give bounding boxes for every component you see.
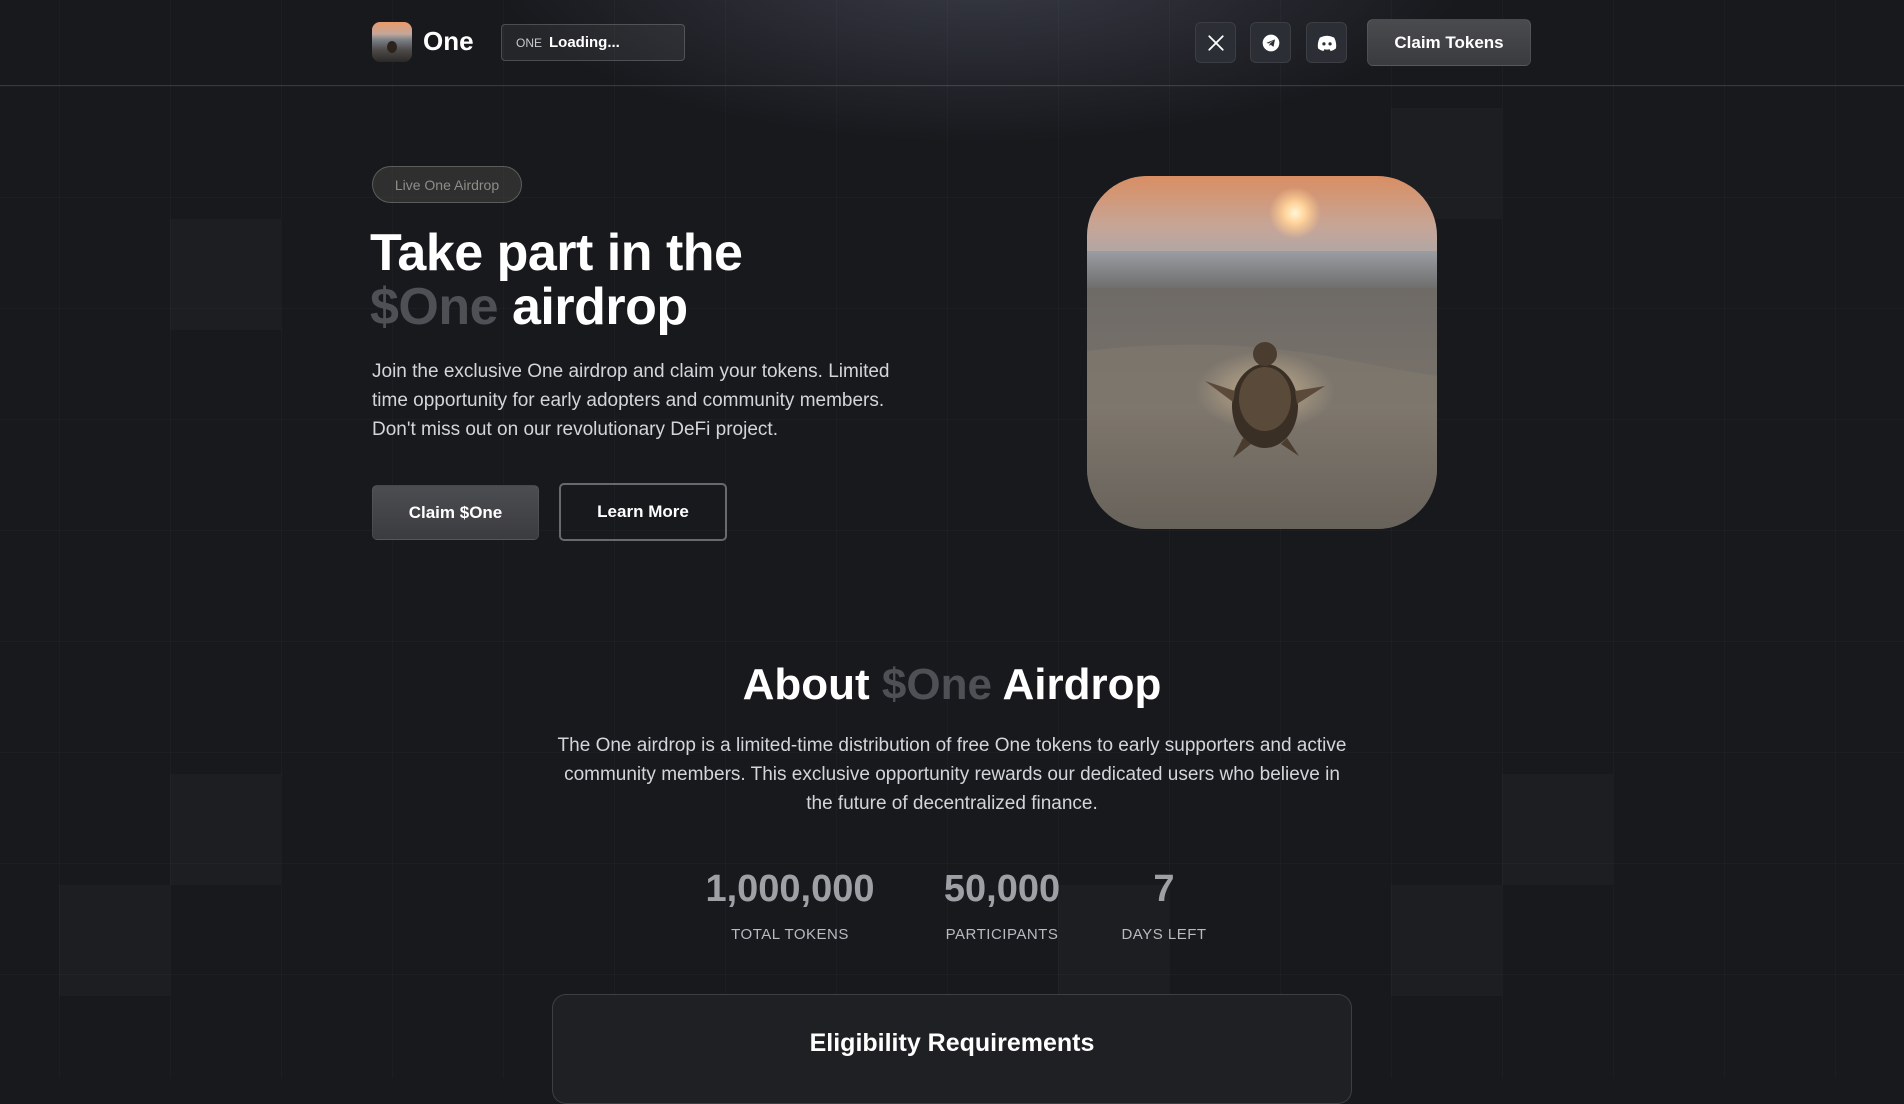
stat-participants-label: PARTICIPANTS — [945, 926, 1059, 943]
about-description: The One airdrop is a limited-time distri… — [557, 735, 1347, 814]
brand-logo[interactable] — [372, 22, 412, 62]
turtle-photo-illustration — [1087, 176, 1437, 529]
stat-total-tokens-label: TOTAL TOKENS — [731, 926, 849, 943]
grid-tile — [1502, 774, 1613, 885]
page-background — [0, 0, 1904, 1078]
discord-social-button[interactable] — [1306, 22, 1347, 63]
claim-tokens-button[interactable]: Claim Tokens — [1367, 19, 1531, 66]
hero-title-rest: airdrop — [512, 278, 688, 336]
hero-title: Take part in the $One airdrop — [370, 224, 743, 336]
token-price-value: Loading... — [549, 34, 620, 51]
grid-pattern — [0, 0, 1904, 1078]
about-title-pre: About — [742, 660, 870, 709]
about-title-post: Airdrop — [1002, 660, 1162, 709]
grid-tile — [170, 774, 281, 885]
stat-days-left-value: 7 — [1153, 868, 1175, 910]
eligibility-title: Eligibility Requirements — [809, 1029, 1095, 1057]
hero-turtle-image — [1087, 176, 1437, 529]
stat-total-tokens-value: 1,000,000 — [705, 868, 875, 910]
grid-tile — [170, 219, 281, 330]
telegram-social-button[interactable] — [1250, 22, 1291, 63]
brand-name[interactable]: One — [423, 26, 474, 57]
grid-tile — [1391, 885, 1502, 996]
x-icon — [1207, 34, 1224, 51]
about-title: About $One Airdrop — [0, 657, 1904, 713]
about-title-highlight: $One — [881, 660, 992, 709]
hero-title-line1: Take part in the — [370, 224, 743, 282]
token-symbol: ONE — [516, 36, 543, 50]
hero-title-highlight: $One — [370, 278, 499, 336]
claim-one-button[interactable]: Claim $One — [372, 485, 539, 540]
turtle-icon — [387, 41, 397, 53]
x-social-button[interactable] — [1195, 22, 1236, 63]
live-airdrop-badge: Live One Airdrop — [372, 166, 522, 203]
grid-tile — [59, 885, 170, 996]
telegram-icon — [1262, 34, 1279, 51]
hero-description: Join the exclusive One airdrop and claim… — [372, 361, 890, 440]
stat-days-left-label: DAYS LEFT — [1121, 926, 1207, 943]
stat-participants-value: 50,000 — [943, 868, 1061, 910]
top-navbar: One ONE Loading... Claim Tokens — [0, 0, 1904, 86]
learn-more-button[interactable]: Learn More — [559, 483, 727, 541]
discord-icon — [1317, 35, 1336, 51]
